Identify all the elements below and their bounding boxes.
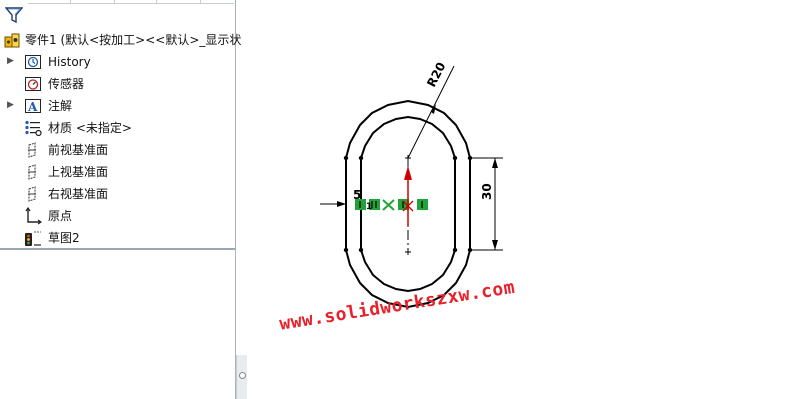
tree-item-sensors[interactable]: 传感器 xyxy=(0,73,235,95)
tree-item-right-plane[interactable]: 右视基准面 xyxy=(0,183,235,205)
svg-text:A: A xyxy=(27,100,38,114)
part-name-label: 零件1 (默认<按加工><<默认>_显示状 xyxy=(25,33,242,47)
panel-toolbar xyxy=(0,0,235,28)
tree-item-label: 右视基准面 xyxy=(48,187,109,201)
tree-item-material[interactable]: 材质 <未指定> xyxy=(0,117,235,139)
plane-icon xyxy=(28,164,36,180)
height-dimension[interactable] xyxy=(470,157,503,251)
sensor-icon xyxy=(25,77,41,91)
tree-item-annotations[interactable]: ▶ A 注解 xyxy=(0,95,235,117)
sketch-icon xyxy=(25,231,41,246)
tree-item-label: History xyxy=(48,55,91,69)
tree-item-front-plane[interactable]: 前视基准面 xyxy=(0,139,235,161)
tree-item-label: 上视基准面 xyxy=(48,165,109,179)
height-arrowhead-top xyxy=(492,158,498,168)
tree-item-label: 前视基准面 xyxy=(48,143,109,157)
origin-arrowhead xyxy=(404,166,412,180)
manager-tab-strip[interactable] xyxy=(28,0,234,4)
part-icon xyxy=(4,33,20,48)
expand-arrow-icon[interactable]: ▶ xyxy=(7,55,15,67)
filter-icon[interactable] xyxy=(5,6,23,24)
annotation-icon: A xyxy=(25,99,41,114)
plane-icon xyxy=(28,142,36,158)
height-dimension-label[interactable]: 30 xyxy=(480,183,494,200)
expand-arrow-icon[interactable]: ▶ xyxy=(7,99,15,111)
offset-arrowhead xyxy=(337,201,346,207)
graphics-area[interactable]: R20 30 5 1 xyxy=(236,0,806,399)
relation-label: 1 xyxy=(366,202,372,212)
tree-item-label: 传感器 xyxy=(48,77,85,91)
tree-item-label: 材质 <未指定> xyxy=(48,121,132,135)
feature-manager-panel: 零件1 (默认<按加工><<默认>_显示状 ▶ History 传感器 ▶ A … xyxy=(0,0,241,399)
panel-divider[interactable] xyxy=(0,248,235,250)
history-icon xyxy=(25,55,41,69)
plane-icon xyxy=(28,186,36,202)
tree-item-sketch2[interactable]: 草图2 xyxy=(0,227,235,249)
tree-item-label: 草图2 xyxy=(48,231,80,245)
tree-item-top-plane[interactable]: 上视基准面 xyxy=(0,161,235,183)
origin-icon xyxy=(25,207,42,225)
tree-item-history[interactable]: ▶ History xyxy=(0,51,235,73)
tree-item-label: 原点 xyxy=(48,209,73,223)
material-icon xyxy=(25,120,42,137)
tree-root-part[interactable]: 零件1 (默认<按加工><<默认>_显示状 xyxy=(0,29,241,51)
tree-item-label: 注解 xyxy=(48,99,73,113)
tree-item-origin[interactable]: 原点 xyxy=(0,205,235,227)
height-arrowhead-bottom xyxy=(492,240,498,250)
